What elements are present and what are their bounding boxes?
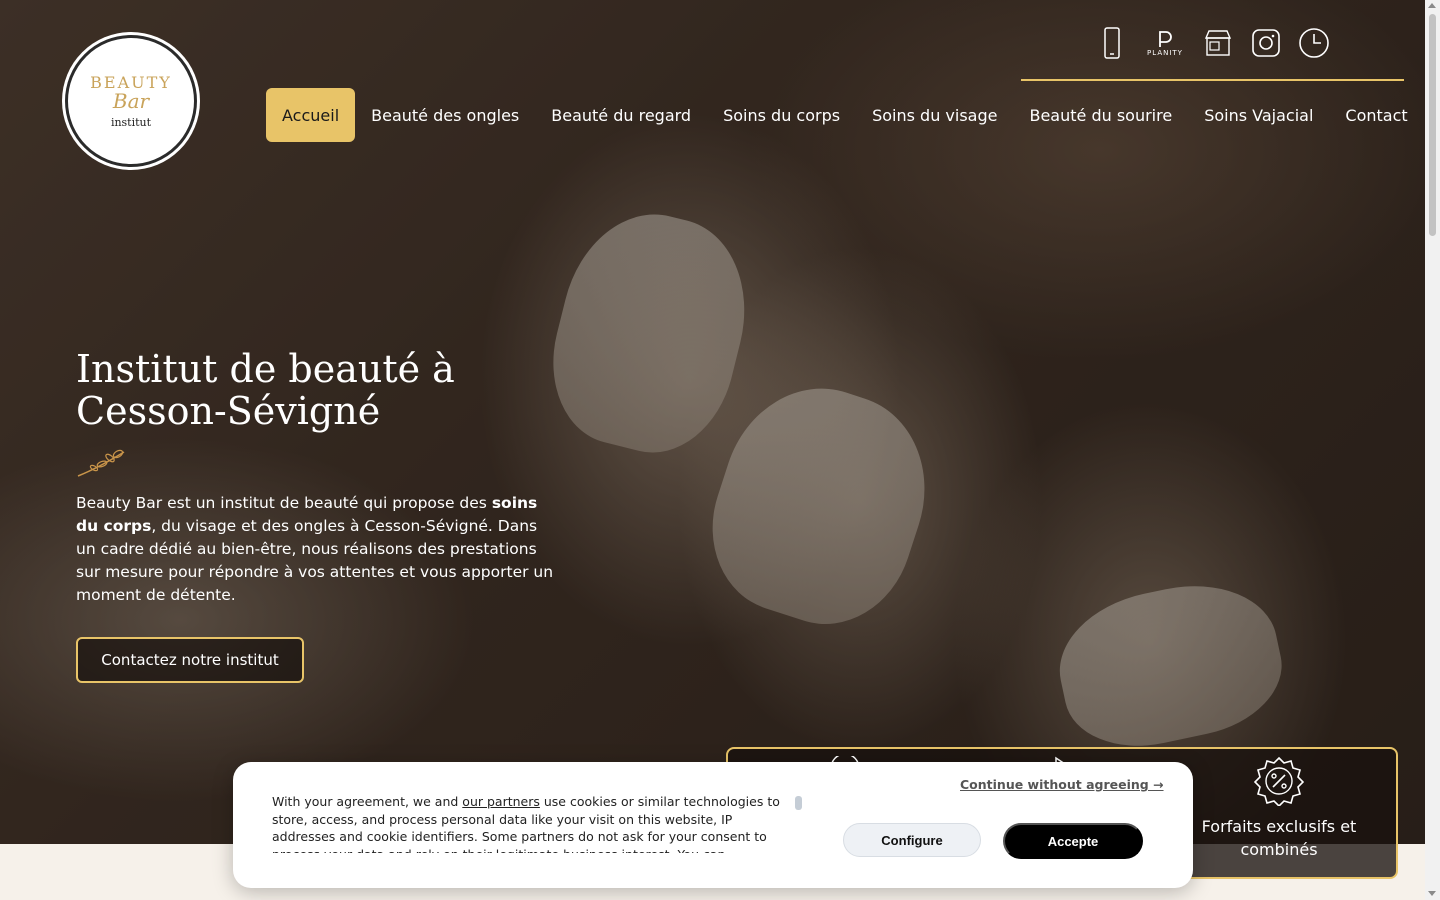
scroll-up-arrow-icon[interactable] bbox=[1428, 3, 1436, 8]
logo[interactable]: BEAUTY Bar institut bbox=[65, 35, 197, 167]
header-divider bbox=[1021, 79, 1404, 81]
cookie-text: With your agreement, we and our partners… bbox=[272, 794, 780, 853]
page-title-line1: Institut de beauté à bbox=[76, 347, 455, 391]
top-icon-bar: PLANITY bbox=[1095, 26, 1331, 60]
contact-institute-button[interactable]: Contactez notre institut bbox=[76, 637, 304, 683]
nav-item-soins-vajacial[interactable]: Soins Vajacial bbox=[1188, 88, 1329, 142]
configure-button[interactable]: Configure bbox=[843, 823, 981, 857]
page-scrollbar[interactable] bbox=[1425, 0, 1440, 900]
storefront-icon[interactable] bbox=[1201, 26, 1235, 60]
intro-text-start: Beauty Bar est un institut de beauté qui… bbox=[76, 494, 492, 512]
intro-paragraph: Beauty Bar est un institut de beauté qui… bbox=[76, 492, 556, 607]
scroll-down-arrow-icon[interactable] bbox=[1428, 891, 1436, 896]
page-title: Institut de beauté à Cesson-Sévigné bbox=[76, 348, 596, 432]
continue-without-agreeing-link[interactable]: Continue without agreeing → bbox=[960, 777, 1164, 792]
accept-button[interactable]: Accepte bbox=[1003, 823, 1143, 859]
percent-badge-icon bbox=[1254, 756, 1304, 806]
logo-text-bar: Bar bbox=[112, 88, 150, 113]
nav-item-accueil[interactable]: Accueil bbox=[266, 88, 356, 142]
partners-link[interactable]: our partners bbox=[462, 794, 540, 809]
main-nav: Accueil Beauté des ongles Beauté du rega… bbox=[266, 88, 1424, 142]
sprig-icon bbox=[77, 449, 125, 477]
nav-item-beaute-du-regard[interactable]: Beauté du regard bbox=[535, 88, 707, 142]
nav-item-contact[interactable]: Contact bbox=[1329, 88, 1423, 142]
phone-icon[interactable] bbox=[1095, 26, 1129, 60]
clock-icon[interactable] bbox=[1297, 26, 1331, 60]
cookie-consent-banner: With your agreement, we and our partners… bbox=[233, 762, 1193, 888]
cookie-text-scrollbar[interactable] bbox=[795, 796, 802, 810]
planity-icon[interactable]: PLANITY bbox=[1143, 26, 1187, 60]
scrollbar-thumb[interactable] bbox=[1429, 14, 1436, 236]
feature-label-forfaits: Forfaits exclusifs et combinés bbox=[1201, 817, 1357, 859]
instagram-icon[interactable] bbox=[1249, 26, 1283, 60]
nav-item-soins-du-corps[interactable]: Soins du corps bbox=[707, 88, 856, 142]
nav-item-beaute-du-sourire[interactable]: Beauté du sourire bbox=[1013, 88, 1188, 142]
nav-item-beaute-des-ongles[interactable]: Beauté des ongles bbox=[355, 88, 535, 142]
page-title-line2: Cesson-Sévigné bbox=[76, 389, 381, 433]
nav-item-soins-du-visage[interactable]: Soins du visage bbox=[856, 88, 1013, 142]
planity-label: PLANITY bbox=[1147, 49, 1183, 57]
logo-text-institut: institut bbox=[110, 115, 152, 129]
